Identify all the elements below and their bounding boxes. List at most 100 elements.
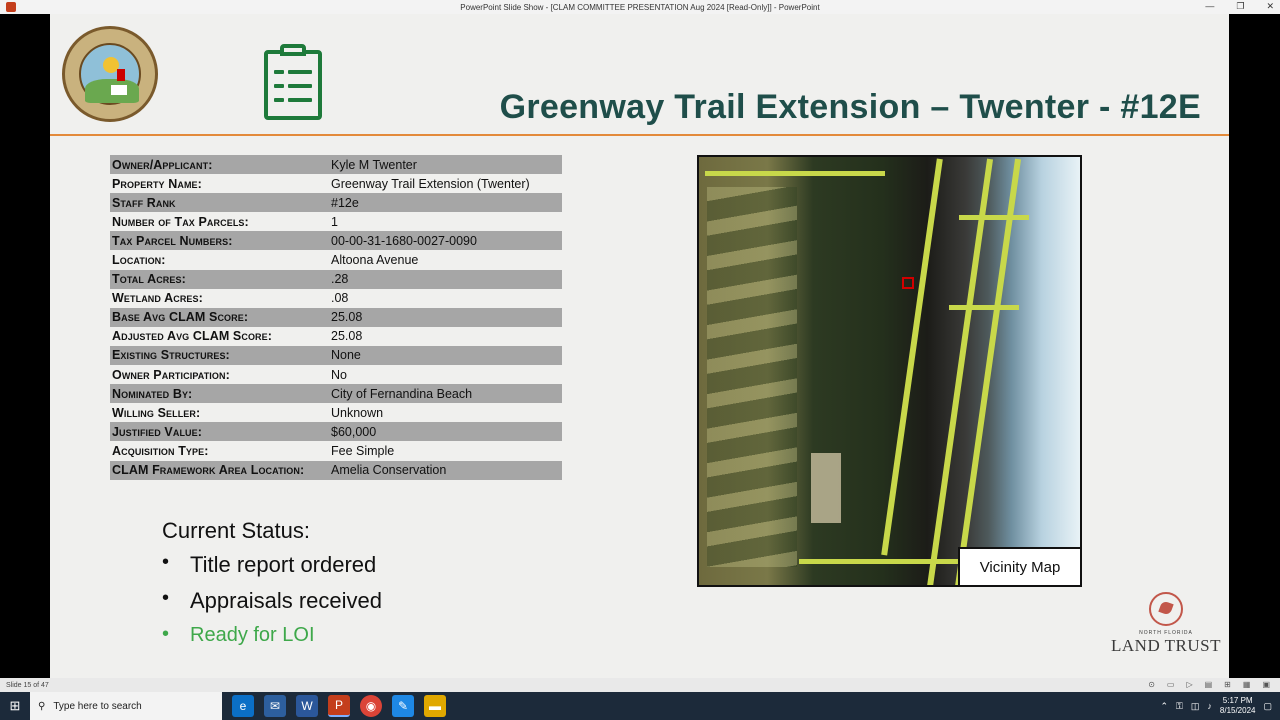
table-row: Staff Rank #12e bbox=[110, 193, 562, 213]
row-label: Existing Structures: bbox=[110, 345, 329, 366]
row-value: #12e bbox=[329, 193, 562, 213]
table-row: Adjusted Avg CLAM Score: 25.08 bbox=[110, 326, 562, 346]
row-value: Amelia Conservation bbox=[329, 460, 562, 480]
slide-count: Slide 15 of 47 bbox=[6, 681, 49, 689]
clock-time: 5:17 PM bbox=[1222, 696, 1253, 705]
row-label: Base Avg CLAM Score: bbox=[110, 307, 329, 327]
notification-icon[interactable]: ▢ bbox=[1263, 701, 1272, 712]
close-button[interactable]: ✕ bbox=[1266, 1, 1274, 12]
taskbar: ⊞ ⚲ Type here to search e ✉ W P ◉ ✎ ▬ ⌃ … bbox=[0, 692, 1280, 720]
slide[interactable]: Greenway Trail Extension – Twenter - #12… bbox=[50, 14, 1229, 678]
notes-icon[interactable]: ⊙ bbox=[1148, 680, 1155, 689]
row-value: None bbox=[329, 345, 562, 366]
land-trust-logo: NORTH FLORIDA LAND TRUST bbox=[1107, 592, 1225, 670]
status-item: Appraisals received bbox=[162, 587, 382, 624]
table-row: Base Avg CLAM Score: 25.08 bbox=[110, 307, 562, 327]
volume-icon[interactable]: ♪ bbox=[1207, 701, 1212, 711]
table-row: Owner/Applicant: Kyle M Twenter bbox=[110, 155, 562, 175]
status-item: Title report ordered bbox=[162, 551, 382, 588]
clock[interactable]: 5:17 PM 8/15/2024 bbox=[1220, 696, 1256, 716]
normal-view-icon[interactable]: ▭ bbox=[1167, 680, 1175, 689]
row-value: Altoona Avenue bbox=[329, 250, 562, 270]
row-label: Tax Parcel Numbers: bbox=[110, 231, 329, 251]
table-row: Number of Tax Parcels: 1 bbox=[110, 212, 562, 232]
slide-title: Greenway Trail Extension – Twenter - #12… bbox=[499, 88, 1201, 126]
row-value: .08 bbox=[329, 288, 562, 308]
edge-icon[interactable]: e bbox=[232, 695, 254, 717]
word-icon[interactable]: W bbox=[296, 695, 318, 717]
status-bar: Slide 15 of 47 ⊙ ▭ ▷ ▤ ⊞ ▦ ▣ bbox=[0, 678, 1280, 692]
row-value: 25.08 bbox=[329, 307, 562, 327]
row-label: Property Name: bbox=[110, 174, 329, 194]
row-label: Adjusted Avg CLAM Score: bbox=[110, 326, 329, 346]
powerpoint-taskbar-icon[interactable]: P bbox=[328, 695, 350, 717]
parcel-marker bbox=[902, 277, 914, 289]
row-value: City of Fernandina Beach bbox=[329, 384, 562, 404]
row-value: No bbox=[329, 365, 562, 385]
land-trust-bird-icon bbox=[1149, 592, 1183, 626]
row-value: 25.08 bbox=[329, 326, 562, 346]
row-value: 1 bbox=[329, 212, 562, 232]
vicinity-map-image: Vicinity Map bbox=[697, 155, 1082, 587]
row-label: Willing Seller: bbox=[110, 403, 329, 423]
row-value: Greenway Trail Extension (Twenter) bbox=[329, 174, 562, 194]
row-label: Location: bbox=[110, 250, 329, 270]
row-label: Number of Tax Parcels: bbox=[110, 212, 329, 232]
table-row: CLAM Framework Area Location: Amelia Cons… bbox=[110, 460, 562, 480]
network-icon[interactable]: ⚿ bbox=[1176, 701, 1183, 712]
search-placeholder: Type here to search bbox=[53, 700, 142, 712]
map-label: Vicinity Map bbox=[958, 547, 1080, 585]
table-row: Total Acres: .28 bbox=[110, 269, 562, 289]
table-row: Location: Altoona Avenue bbox=[110, 250, 562, 270]
reading-view-icon[interactable]: ▤ bbox=[1205, 680, 1213, 689]
row-value: Fee Simple bbox=[329, 441, 562, 461]
row-label: Wetland Acres: bbox=[110, 288, 329, 308]
presenter-icon[interactable]: ▣ bbox=[1262, 680, 1270, 689]
windows-start-icon[interactable]: ⊞ bbox=[0, 692, 30, 720]
taskbar-search[interactable]: ⚲ Type here to search bbox=[30, 692, 222, 720]
table-row: Wetland Acres: .08 bbox=[110, 288, 562, 308]
row-value: Unknown bbox=[329, 403, 562, 423]
table-row: Property Name: Greenway Trail Extension (… bbox=[110, 174, 562, 194]
row-value: .28 bbox=[329, 269, 562, 289]
window-title: PowerPoint Slide Show - [CLAM COMMITTEE … bbox=[460, 2, 820, 12]
outlook-icon[interactable]: ✉ bbox=[264, 695, 286, 717]
row-label: Nominated By: bbox=[110, 384, 329, 404]
search-icon: ⚲ bbox=[38, 700, 46, 712]
row-value: Kyle M Twenter bbox=[329, 155, 562, 175]
status-item-ready: Ready for LOI bbox=[162, 623, 382, 660]
row-label: Owner/Applicant: bbox=[110, 155, 329, 175]
grid-view-icon[interactable]: ⊞ bbox=[1224, 680, 1231, 689]
table-row: Tax Parcel Numbers: 00-00-31-1680-0027-00… bbox=[110, 231, 562, 251]
county-seal-logo bbox=[62, 26, 158, 122]
table-row: Existing Structures: None bbox=[110, 345, 562, 366]
current-status: Current Status: Title report ordered App… bbox=[162, 518, 382, 660]
chrome-icon[interactable]: ◉ bbox=[360, 695, 382, 717]
status-list: Title report ordered Appraisals received… bbox=[162, 551, 382, 660]
minimize-button[interactable]: — bbox=[1205, 1, 1214, 12]
row-label: Total Acres: bbox=[110, 269, 329, 289]
chevron-up-icon[interactable]: ⌃ bbox=[1160, 701, 1168, 712]
property-info-table: Owner/Applicant: Kyle M Twenter Property N… bbox=[110, 155, 562, 480]
app-icon[interactable]: ✎ bbox=[392, 695, 414, 717]
table-row: Nominated By: City of Fernandina Beach bbox=[110, 384, 562, 404]
title-divider bbox=[50, 134, 1229, 136]
row-value: $60,000 bbox=[329, 422, 562, 442]
play-icon[interactable]: ▷ bbox=[1186, 680, 1192, 689]
status-heading: Current Status: bbox=[162, 518, 310, 543]
row-label: Justified Value: bbox=[110, 422, 329, 442]
system-tray: ⌃ ⚿ ◫ ♪ 5:17 PM 8/15/2024 ▢ bbox=[1160, 692, 1272, 720]
powerpoint-icon bbox=[6, 2, 16, 12]
file-explorer-icon[interactable]: ▬ bbox=[424, 695, 446, 717]
logo-main: LAND TRUST bbox=[1111, 636, 1221, 655]
wifi-icon[interactable]: ◫ bbox=[1191, 701, 1200, 712]
restore-button[interactable]: ❐ bbox=[1236, 1, 1244, 12]
table-row: Owner Participation: No bbox=[110, 365, 562, 385]
clipboard-checklist-icon bbox=[264, 44, 322, 120]
slide-sorter-icon[interactable]: ▦ bbox=[1243, 680, 1251, 689]
table-row: Acquisition Type: Fee Simple bbox=[110, 441, 562, 461]
row-label: Acquisition Type: bbox=[110, 441, 329, 461]
row-label: Staff Rank bbox=[110, 193, 329, 213]
table-row: Justified Value: $60,000 bbox=[110, 422, 562, 442]
row-value: 00-00-31-1680-0027-0090 bbox=[329, 231, 562, 251]
